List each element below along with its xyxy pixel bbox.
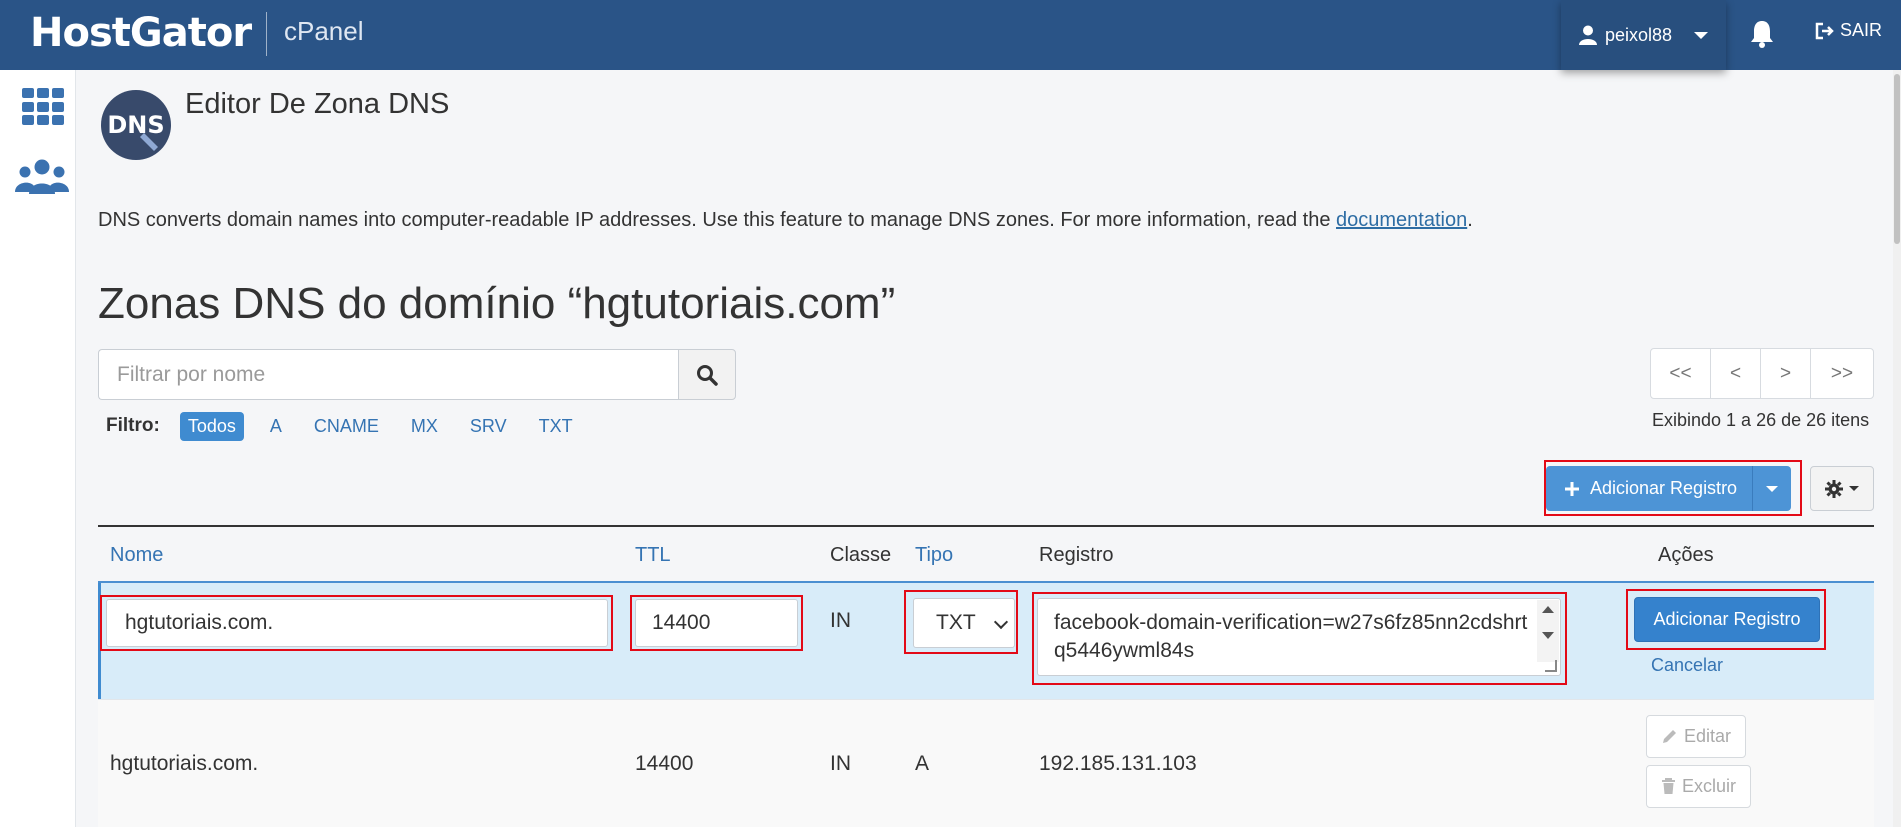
users-icon[interactable] — [14, 158, 70, 198]
chevron-down-icon — [1694, 31, 1709, 39]
edit-button[interactable]: Editar — [1646, 715, 1747, 758]
intro-text: DNS converts domain names into computer-… — [98, 209, 1473, 231]
edit-label: Editar — [1684, 726, 1732, 746]
page-prev-button[interactable]: < — [1711, 349, 1761, 398]
user-icon — [1578, 25, 1597, 45]
trash-icon — [1662, 778, 1675, 794]
logo-divider — [266, 12, 267, 56]
col-header-name[interactable]: Nome — [110, 542, 163, 568]
product-name: cPanel — [284, 16, 364, 46]
row-name: hgtutoriais.com. — [110, 752, 259, 775]
page-next-button[interactable]: > — [1761, 349, 1811, 398]
filter-cname[interactable]: CNAME — [314, 416, 379, 437]
dns-logo-text: DNS — [107, 111, 164, 139]
username: peixol88 — [1604, 24, 1673, 45]
row-class: IN — [830, 752, 851, 775]
filter-bar: Filtro: Todos A CNAME MX SRV TXT — [106, 410, 605, 442]
scrollbar-thumb[interactable] — [1894, 74, 1900, 244]
highlight-box — [904, 590, 1018, 654]
cancel-link[interactable]: Cancelar — [1651, 655, 1723, 676]
table-top-border — [98, 525, 1874, 527]
logout-icon — [1815, 22, 1834, 39]
filter-mx[interactable]: MX — [411, 416, 438, 437]
highlight-box — [630, 595, 803, 651]
zone-heading: Zonas DNS do domínio “hgtutoriais.com” — [98, 279, 896, 328]
grid-icon[interactable] — [22, 88, 64, 126]
col-header-ttl[interactable]: TTL — [635, 542, 671, 568]
left-sidebar — [0, 70, 76, 827]
page-last-button[interactable]: >> — [1811, 349, 1873, 398]
col-header-class: Classe — [830, 544, 892, 566]
user-menu-button[interactable]: peixol88 — [1561, 0, 1726, 70]
filter-a[interactable]: A — [270, 416, 282, 437]
page-first-button[interactable]: << — [1651, 349, 1711, 398]
search-input[interactable] — [98, 349, 678, 400]
row-ttl: 14400 — [635, 752, 694, 775]
filter-all[interactable]: Todos — [179, 411, 244, 441]
delete-button[interactable]: Excluir — [1646, 765, 1752, 808]
delete-label: Excluir — [1682, 776, 1737, 796]
pencil-icon — [1663, 730, 1676, 743]
brand-logo[interactable]: HostGator — [30, 10, 252, 56]
highlight-box — [1626, 589, 1826, 650]
filter-txt[interactable]: TXT — [539, 416, 573, 437]
search-button[interactable] — [678, 349, 736, 400]
search-icon — [697, 364, 718, 386]
table-row — [98, 699, 1874, 827]
settings-button[interactable] — [1810, 466, 1874, 511]
pagination: << < > >> — [1650, 348, 1874, 399]
pagination-summary: Exibindo 1 a 26 de 26 itens — [1652, 410, 1870, 430]
col-header-record: Registro — [1039, 544, 1114, 566]
col-header-type[interactable]: Tipo — [915, 542, 953, 568]
dns-logo-icon: DNS — [101, 90, 171, 160]
page-scrollbar[interactable] — [1893, 70, 1901, 827]
search-group — [98, 349, 736, 400]
top-bar: HostGator cPanel peixol88 SAIR — [0, 0, 1901, 70]
documentation-link[interactable]: documentation — [1336, 209, 1467, 231]
chevron-down-icon — [1849, 486, 1859, 491]
gear-icon — [1825, 479, 1843, 498]
class-value: IN — [830, 609, 851, 632]
logout-label: SAIR — [1840, 20, 1883, 40]
row-record: 192.185.131.103 — [1039, 752, 1197, 775]
col-header-actions: Ações — [1658, 544, 1714, 566]
page-title: Editor De Zona DNS — [185, 88, 450, 120]
bell-icon[interactable] — [1747, 18, 1777, 50]
highlight-box — [1032, 592, 1567, 685]
highlight-box — [100, 595, 613, 651]
logout-button[interactable]: SAIR — [1815, 20, 1882, 41]
row-type: A — [915, 752, 930, 775]
filter-label: Filtro: — [106, 415, 160, 436]
highlight-box — [1544, 460, 1802, 516]
filter-srv[interactable]: SRV — [470, 416, 507, 437]
